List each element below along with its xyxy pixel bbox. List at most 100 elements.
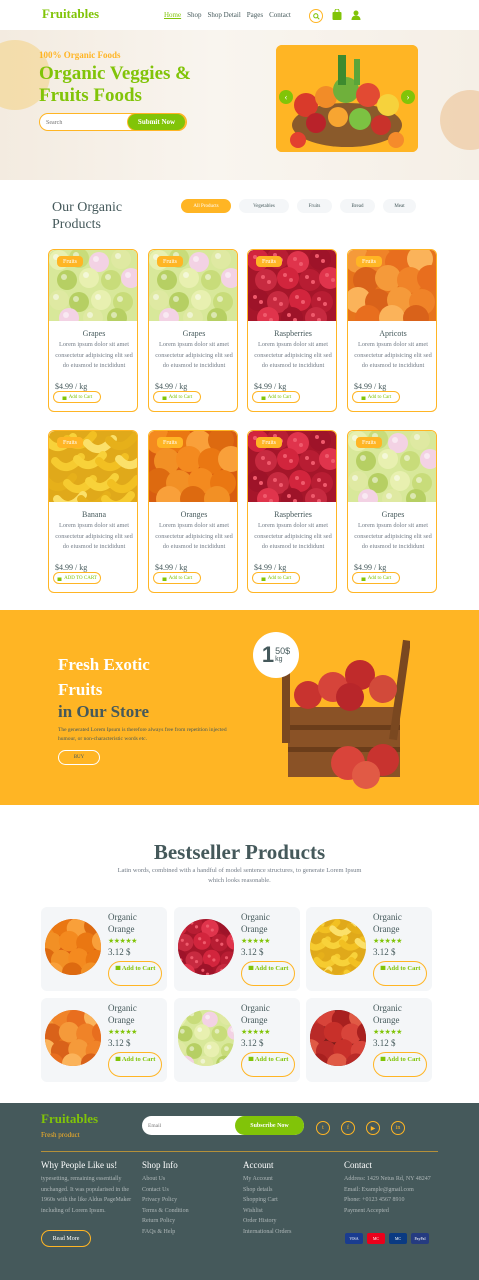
bestseller-image[interactable] — [45, 919, 101, 975]
product-description: Lorem ipsum dolor sit amet consectetur a… — [354, 522, 432, 550]
banner-buy-button[interactable]: BUY — [58, 750, 100, 765]
bestseller-image[interactable] — [178, 919, 234, 975]
add-to-cart-button[interactable]: Add to Cart — [252, 391, 300, 403]
bestseller-card[interactable]: Organic Orange ★★★★★ 3.12 $ Add to Cart — [306, 998, 432, 1082]
footer-link[interactable]: Shop details — [243, 1185, 333, 1196]
footer-divider — [41, 1151, 438, 1152]
bestseller-name[interactable]: Organic Orange — [108, 1002, 164, 1026]
product-price: $4.99 / kg — [254, 382, 287, 391]
bestseller-image[interactable] — [45, 1010, 101, 1066]
shopping-bag-icon[interactable] — [332, 7, 342, 25]
bestseller-card[interactable]: Organic Orange ★★★★★ 3.12 $ Add to Cart — [41, 907, 167, 991]
user-icon[interactable] — [351, 7, 361, 25]
product-card[interactable]: Fruits Oranges Lorem ipsum dolor sit ame… — [148, 430, 238, 593]
tab-bread[interactable]: Bread — [340, 199, 375, 213]
add-to-cart-button[interactable]: Add to Cart — [241, 1052, 295, 1077]
product-card[interactable]: Fruits Grapes Lorem ipsum dolor sit amet… — [48, 249, 138, 412]
product-card[interactable]: Fruits Banana Lorem ipsum dolor sit amet… — [48, 430, 138, 593]
add-to-cart-button[interactable]: Add to Cart — [352, 391, 400, 403]
bestseller-image[interactable] — [310, 919, 366, 975]
bestseller-card[interactable]: Organic Orange ★★★★★ 3.12 $ Add to Cart — [41, 998, 167, 1082]
hero-search-input[interactable] — [46, 117, 126, 128]
add-to-cart-button[interactable]: Add to Cart — [252, 572, 300, 584]
add-to-cart-button[interactable]: Add to Cart — [53, 391, 101, 403]
product-card[interactable]: Fruits Grapes Lorem ipsum dolor sit amet… — [347, 430, 437, 593]
bestseller-image[interactable] — [310, 1010, 366, 1066]
product-name[interactable]: Apricots — [348, 329, 436, 338]
footer-link[interactable]: Wishlist — [243, 1206, 333, 1217]
footer-link[interactable]: Return Policy — [142, 1216, 232, 1227]
footer-link[interactable]: About Us — [142, 1174, 232, 1185]
add-to-cart-button[interactable]: Add to Cart — [373, 961, 427, 986]
carousel-prev-button[interactable]: ‹ — [279, 90, 293, 104]
add-to-cart-button[interactable]: Add to Cart — [153, 572, 201, 584]
product-card[interactable]: Fruits Raspberries Lorem ipsum dolor sit… — [247, 430, 337, 593]
linkedin-icon[interactable]: in — [391, 1121, 405, 1135]
bestseller-name[interactable]: Organic Orange — [108, 911, 164, 935]
product-name[interactable]: Grapes — [348, 510, 436, 519]
hero-carousel: ‹ › — [276, 45, 418, 152]
youtube-icon[interactable]: ▶ — [366, 1121, 380, 1135]
product-name[interactable]: Raspberries — [248, 510, 336, 519]
facebook-icon[interactable]: f — [341, 1121, 355, 1135]
footer-link[interactable]: International Orders — [243, 1227, 333, 1238]
footer-link[interactable]: Contact Us — [142, 1185, 232, 1196]
add-to-cart-button[interactable]: Add to Cart — [373, 1052, 427, 1077]
bestseller-name[interactable]: Organic Orange — [241, 1002, 297, 1026]
product-card[interactable]: Fruits Apricots Lorem ipsum dolor sit am… — [347, 249, 437, 412]
tab-vegetables[interactable]: Vegetables — [239, 199, 289, 213]
bestseller-name[interactable]: Organic Orange — [241, 911, 297, 935]
add-to-cart-button[interactable]: Add to Cart — [241, 961, 295, 986]
tab-all-products[interactable]: All Products — [181, 199, 231, 213]
bestseller-title: Bestseller Products — [153, 840, 326, 864]
add-to-cart-button[interactable]: Add to Cart — [153, 391, 201, 403]
tab-meat[interactable]: Meat — [383, 199, 416, 213]
top-navbar: Fruitables Home Shop Shop Detail Pages C… — [0, 0, 479, 30]
menu-shop[interactable]: Shop — [187, 11, 201, 19]
search-icon[interactable] — [309, 9, 323, 23]
add-to-cart-button[interactable]: ADD TO CART — [53, 572, 101, 584]
add-to-cart-label: Add to Cart — [386, 1056, 421, 1063]
bestseller-name[interactable]: Organic Orange — [373, 911, 429, 935]
read-more-button[interactable]: Read More — [41, 1230, 91, 1247]
bestseller-name[interactable]: Organic Orange — [373, 1002, 429, 1026]
shopping-bag-icon — [62, 396, 67, 400]
menu-contact[interactable]: Contact — [269, 11, 291, 19]
bestseller-image[interactable] — [178, 1010, 234, 1066]
footer-link[interactable]: Privacy Policy — [142, 1195, 232, 1206]
hero-submit-button[interactable]: Submit Now — [127, 113, 186, 131]
product-name[interactable]: Oranges — [149, 510, 237, 519]
subscribe-button[interactable]: Subscribe Now — [235, 1116, 304, 1135]
tab-fruits[interactable]: Fruits — [297, 199, 332, 213]
bestseller-card[interactable]: Organic Orange ★★★★★ 3.12 $ Add to Cart — [174, 998, 300, 1082]
add-to-cart-button[interactable]: Add to Cart — [108, 961, 162, 986]
page: Fruitables Home Shop Shop Detail Pages C… — [0, 0, 479, 1280]
product-card[interactable]: Fruits Raspberries Lorem ipsum dolor sit… — [247, 249, 337, 412]
product-name[interactable]: Grapes — [49, 329, 137, 338]
site-logo[interactable]: Fruitables — [42, 6, 99, 22]
menu-pages[interactable]: Pages — [247, 11, 263, 19]
footer-link[interactable]: Order History — [243, 1216, 333, 1227]
menu-shop-detail[interactable]: Shop Detail — [208, 11, 241, 19]
add-to-cart-button[interactable]: Add to Cart — [352, 572, 400, 584]
product-card[interactable]: Fruits Grapes Lorem ipsum dolor sit amet… — [148, 249, 238, 412]
product-name[interactable]: Raspberries — [248, 329, 336, 338]
footer-link[interactable]: Shopping Cart — [243, 1195, 333, 1206]
bestseller-card[interactable]: Organic Orange ★★★★★ 3.12 $ Add to Cart — [306, 907, 432, 991]
bestseller-card[interactable]: Organic Orange ★★★★★ 3.12 $ Add to Cart — [174, 907, 300, 991]
footer-link[interactable]: My Account — [243, 1174, 333, 1185]
price-badge: 1 50$ kg — [253, 632, 299, 678]
footer-email-input[interactable] — [148, 1120, 228, 1131]
twitter-icon[interactable]: t — [316, 1121, 330, 1135]
menu-home[interactable]: Home — [164, 11, 181, 19]
product-price: $4.99 / kg — [55, 563, 88, 572]
carousel-next-button[interactable]: › — [401, 90, 415, 104]
footer-link[interactable]: Terms & Condition — [142, 1206, 232, 1217]
category-badge: Fruits — [57, 437, 84, 448]
add-to-cart-button[interactable]: Add to Cart — [108, 1052, 162, 1077]
footer-link[interactable]: FAQs & Help — [142, 1227, 232, 1238]
product-name[interactable]: Grapes — [149, 329, 237, 338]
product-name[interactable]: Banana — [49, 510, 137, 519]
footer-account-column: Account My Account Shop details Shopping… — [243, 1160, 333, 1237]
footer-logo[interactable]: Fruitables — [41, 1111, 98, 1127]
